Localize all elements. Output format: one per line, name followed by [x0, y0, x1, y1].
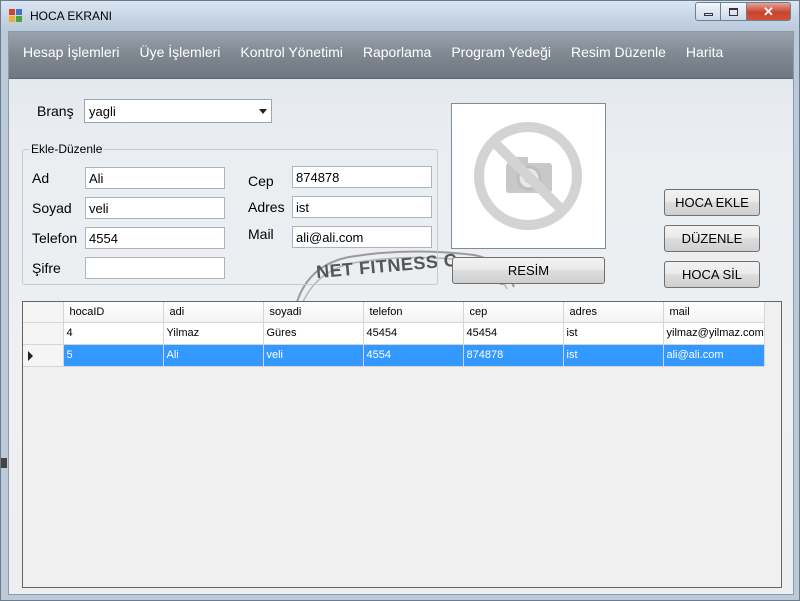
photo-box[interactable] [451, 103, 606, 249]
ad-label: Ad [32, 170, 50, 186]
cell-adi[interactable]: Ali [163, 344, 264, 367]
menu-hesap-islemleri[interactable]: Hesap İşlemleri [23, 44, 119, 60]
cep-field[interactable]: 874878 [292, 166, 432, 188]
duzenle-button[interactable]: DÜZENLE [664, 225, 760, 252]
menu-bar: Hesap İşlemleri Üye İşlemleri Kontrol Yö… [9, 32, 793, 79]
resize-handle[interactable] [1, 458, 7, 468]
telefon-field[interactable]: 4554 [85, 227, 225, 249]
minimize-button[interactable] [695, 2, 721, 21]
cell-cep[interactable]: 45454 [463, 322, 564, 345]
no-photo-icon [474, 122, 582, 230]
soyad-label: Soyad [32, 200, 72, 216]
column-header-mail[interactable]: mail [663, 302, 765, 323]
hoca-ekle-button[interactable]: HOCA EKLE [664, 189, 760, 216]
row-header-corner [23, 302, 64, 323]
dropdown-arrow-icon [259, 109, 267, 114]
cep-label: Cep [248, 173, 274, 189]
brans-dropdown[interactable]: yagli [84, 99, 272, 123]
resim-button[interactable]: RESİM [452, 257, 605, 284]
current-row-arrow-icon [28, 350, 33, 361]
main-window: HOCA EKRANI ✕ Hesap İşlemleri Üye İşleml… [0, 0, 800, 601]
cell-soyadi[interactable]: Güres [263, 322, 364, 345]
maximize-icon [729, 7, 738, 16]
adres-field[interactable]: ist [292, 196, 432, 218]
cell-telefon[interactable]: 45454 [363, 322, 464, 345]
menu-program-yedegi[interactable]: Program Yedeği [451, 44, 551, 60]
grid-header-row: hocaID adi soyadi telefon cep adres mail [23, 302, 765, 323]
sifre-label: Şifre [32, 260, 61, 276]
mail-field[interactable]: ali@ali.com [292, 226, 432, 248]
cell-adres[interactable]: ist [563, 322, 664, 345]
soyad-field[interactable]: veli [85, 197, 225, 219]
hoca-sil-button[interactable]: HOCA SİL [664, 261, 760, 288]
form-client-area: Hesap İşlemleri Üye İşlemleri Kontrol Yö… [8, 31, 794, 595]
app-icon [9, 9, 23, 22]
column-header-adi[interactable]: adi [163, 302, 264, 323]
group-title: Ekle-Düzenle [29, 142, 105, 156]
row-header[interactable] [23, 344, 64, 367]
cell-hocaid[interactable]: 5 [63, 344, 164, 367]
adres-label: Adres [248, 199, 285, 215]
table-row[interactable]: 4 Yilmaz Güres 45454 45454 ist yilmaz@yi… [23, 322, 765, 345]
title-bar[interactable]: HOCA EKRANI ✕ [1, 1, 799, 31]
window-title: HOCA EKRANI [30, 9, 113, 23]
cell-soyadi[interactable]: veli [263, 344, 364, 367]
cell-telefon[interactable]: 4554 [363, 344, 464, 367]
row-header[interactable] [23, 322, 64, 345]
menu-uye-islemleri[interactable]: Üye İşlemleri [139, 44, 220, 60]
cell-adi[interactable]: Yilmaz [163, 322, 264, 345]
menu-resim-duzenle[interactable]: Resim Düzenle [571, 44, 666, 60]
brans-label: Branş [37, 103, 74, 119]
maximize-button[interactable] [721, 2, 747, 21]
telefon-label: Telefon [32, 230, 78, 246]
column-header-hocaid[interactable]: hocaID [63, 302, 164, 323]
ad-field[interactable]: Ali [85, 167, 225, 189]
cell-adres[interactable]: ist [563, 344, 664, 367]
menu-harita[interactable]: Harita [686, 44, 723, 60]
cell-mail[interactable]: ali@ali.com [663, 344, 765, 367]
column-header-telefon[interactable]: telefon [363, 302, 464, 323]
column-header-adres[interactable]: adres [563, 302, 664, 323]
column-header-cep[interactable]: cep [463, 302, 564, 323]
table-row-selected[interactable]: 5 Ali veli 4554 874878 ist ali@ali.com [23, 344, 765, 367]
hoca-data-grid[interactable]: hocaID adi soyadi telefon cep adres mail… [22, 301, 782, 588]
cell-cep[interactable]: 874878 [463, 344, 564, 367]
cell-hocaid[interactable]: 4 [63, 322, 164, 345]
menu-raporlama[interactable]: Raporlama [363, 44, 431, 60]
cell-mail[interactable]: yilmaz@yilmaz.com [663, 322, 765, 345]
close-icon: ✕ [763, 3, 774, 19]
grid-table: hocaID adi soyadi telefon cep adres mail… [23, 302, 765, 367]
menu-kontrol-yonetimi[interactable]: Kontrol Yönetimi [240, 44, 342, 60]
brans-selected-value: yagli [89, 104, 116, 119]
column-header-soyadi[interactable]: soyadi [263, 302, 364, 323]
mail-label: Mail [248, 226, 274, 242]
close-button[interactable]: ✕ [747, 2, 791, 21]
minimize-icon [703, 13, 713, 16]
sifre-field[interactable] [85, 257, 225, 279]
